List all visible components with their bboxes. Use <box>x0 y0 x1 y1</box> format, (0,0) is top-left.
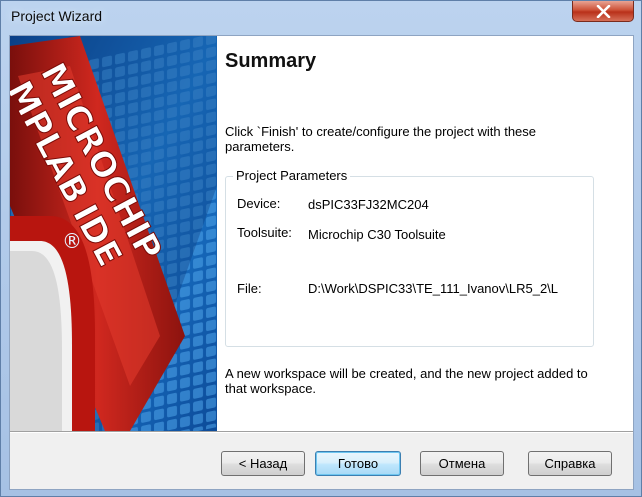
group-title: Project Parameters <box>233 168 351 183</box>
file-label: File: <box>237 281 262 296</box>
wizard-client-area: MICROCHIP MPLAB IDE ® Summary Click `Fin… <box>9 35 634 490</box>
intro-text: Click `Finish' to create/configure the p… <box>225 124 537 154</box>
cancel-button[interactable]: Отмена <box>420 451 504 476</box>
mplab-banner: MICROCHIP MPLAB IDE ® <box>10 36 217 431</box>
toolsuite-value: Microchip C30 Toolsuite <box>308 227 446 242</box>
project-parameters-group: Project Parameters Device: dsPIC33FJ32MC… <box>225 168 594 347</box>
help-button[interactable]: Справка <box>528 451 612 476</box>
close-icon <box>596 5 611 18</box>
registered-mark: ® <box>62 229 82 253</box>
close-button[interactable] <box>572 1 634 22</box>
device-label: Device: <box>237 196 281 211</box>
project-wizard-window: Project Wizard MICROCHIP MPLAB IDE ® Sum… <box>0 0 642 497</box>
file-value: D:\Work\DSPIC33\TE_111_Ivanov\LR5_2\L <box>308 281 559 296</box>
button-divider <box>10 431 633 433</box>
mplab-logo: MICROCHIP MPLAB IDE ® <box>10 36 217 431</box>
finish-button[interactable]: Готово <box>315 451 401 476</box>
device-value: dsPIC33FJ32MC204 <box>308 197 429 212</box>
title-bar[interactable]: Project Wizard <box>1 1 641 35</box>
back-button[interactable]: < Назад <box>221 451 305 476</box>
outro-text: A new workspace will be created, and the… <box>225 366 588 396</box>
page-title: Summary <box>225 50 317 72</box>
window-title: Project Wizard <box>11 8 103 24</box>
summary-panel: Summary Click `Finish' to create/configu… <box>217 36 633 431</box>
toolsuite-label: Toolsuite: <box>237 225 292 240</box>
